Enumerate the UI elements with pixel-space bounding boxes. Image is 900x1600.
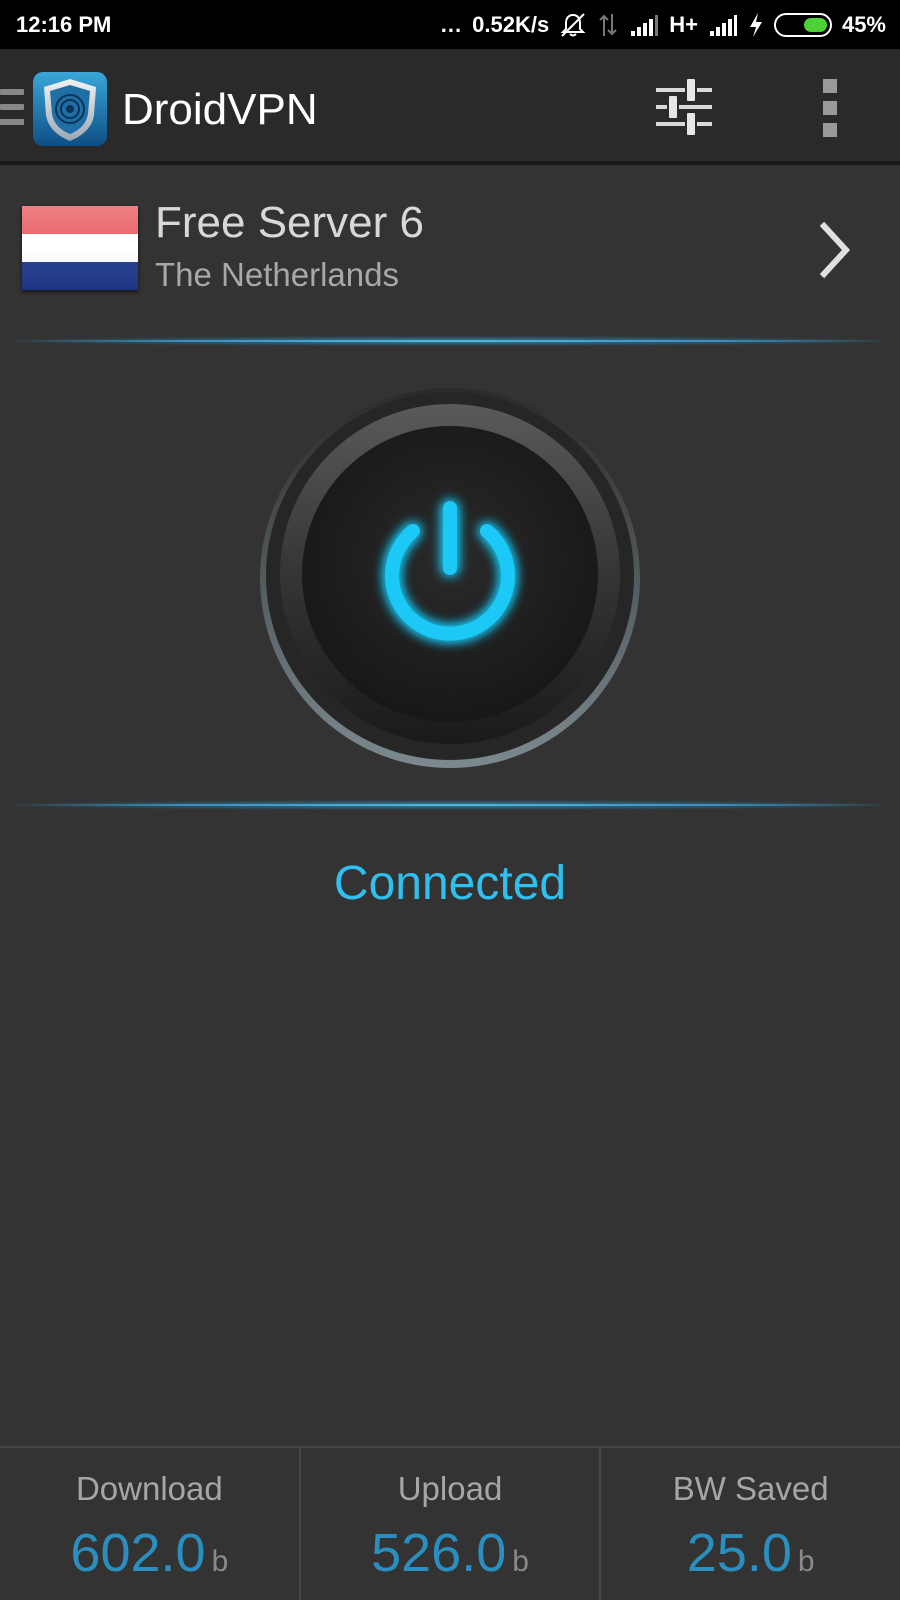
server-name: Free Server 6: [155, 198, 424, 247]
network-type: H+: [669, 11, 698, 37]
signal-icon-1: [629, 13, 659, 37]
netherlands-flag-icon: [22, 206, 138, 290]
status-time: 12:16 PM: [16, 11, 112, 37]
connection-status: Connected: [333, 857, 567, 910]
upload-unit: b: [512, 1545, 529, 1578]
notification-dots: ...: [440, 11, 463, 37]
power-button[interactable]: [258, 386, 642, 770]
overflow-menu-icon[interactable]: [818, 79, 842, 137]
data-arrows-icon: [597, 12, 619, 38]
top-divider: [14, 336, 886, 346]
chevron-right-icon[interactable]: [816, 220, 856, 280]
bw-saved-label: BW Saved: [672, 1470, 829, 1507]
stats-bar: Download 602.0 b Upload 526.0 b BW Saved 2…: [0, 1446, 900, 1600]
status-icons: ... 0.52K/s H+ 45%: [441, 12, 886, 38]
battery-fill: [803, 17, 827, 32]
bw-saved-value: 25.0: [686, 1523, 792, 1583]
download-unit: b: [211, 1545, 229, 1578]
signal-icon-2: [708, 13, 738, 37]
download-stat: Download 602.0 b: [0, 1448, 301, 1600]
download-value: 602.0: [70, 1523, 206, 1583]
status-bar: 12:16 PM ... 0.52K/s H+ 45%: [0, 0, 900, 49]
drawer-icon[interactable]: [0, 89, 24, 125]
app-toolbar: DroidVPN: [0, 49, 900, 165]
server-selector[interactable]: Free Server 6 The Netherlands: [0, 170, 900, 330]
upload-value: 526.0: [371, 1523, 507, 1583]
bw-saved-unit: b: [797, 1545, 815, 1578]
app-title: DroidVPN: [122, 85, 318, 134]
server-country: The Netherlands: [155, 256, 399, 293]
battery-percent: 45%: [841, 11, 886, 37]
download-label: Download: [75, 1470, 223, 1507]
upload-label: Upload: [397, 1470, 503, 1507]
charging-bolt-icon: [748, 12, 764, 38]
settings-sliders-icon[interactable]: [652, 75, 716, 139]
battery-icon: [773, 12, 832, 37]
app-logo-icon[interactable]: [32, 71, 108, 147]
network-speed: 0.52K/s: [472, 11, 550, 37]
bottom-divider: [14, 800, 886, 810]
upload-stat: Upload 526.0 b: [301, 1448, 602, 1600]
bw-saved-stat: BW Saved 25.0 b: [601, 1448, 900, 1600]
silent-bell-icon: [559, 12, 587, 38]
